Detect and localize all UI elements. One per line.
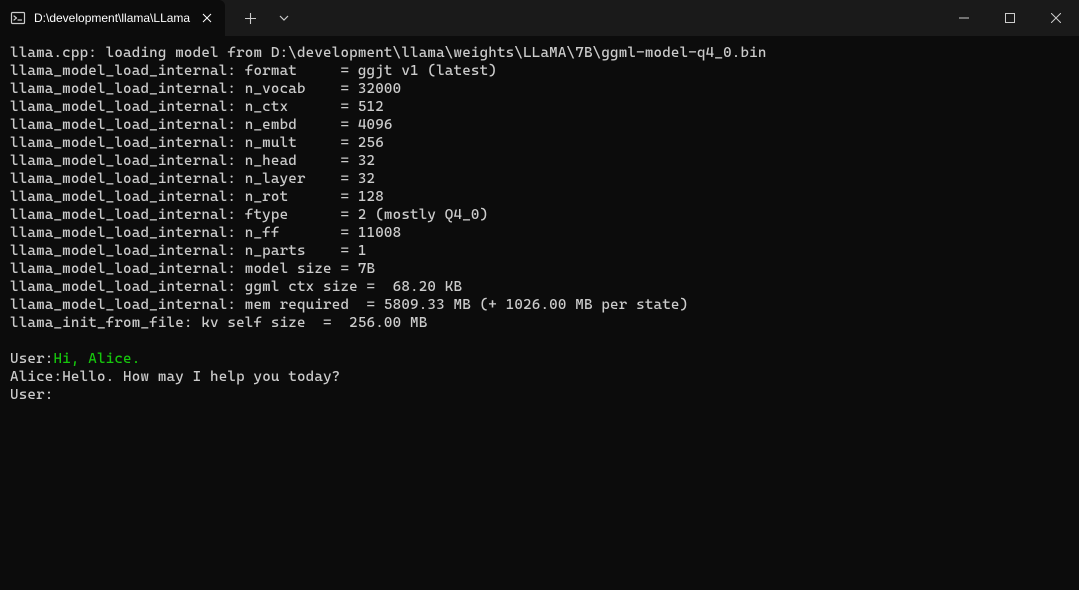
user-input-text: Hi, Alice. bbox=[53, 351, 140, 367]
log-line: llama_model_load_internal: ftype = 2 (mo… bbox=[10, 206, 1069, 224]
titlebar-left: D:\development\llama\LLama bbox=[0, 0, 301, 36]
log-line: llama_model_load_internal: ggml ctx size… bbox=[10, 278, 1069, 296]
log-line: llama_model_load_internal: format = ggjt… bbox=[10, 62, 1069, 80]
blank-line bbox=[10, 332, 1069, 350]
log-line: llama_model_load_internal: n_parts = 1 bbox=[10, 242, 1069, 260]
chat-line-alice: Alice:Hello. How may I help you today? bbox=[10, 368, 1069, 386]
log-line: llama_model_load_internal: n_vocab = 320… bbox=[10, 80, 1069, 98]
log-line: llama_model_load_internal: n_ff = 11008 bbox=[10, 224, 1069, 242]
terminal-icon bbox=[10, 10, 26, 26]
log-line: llama_model_load_internal: n_head = 32 bbox=[10, 152, 1069, 170]
user-prefix: User: bbox=[10, 387, 53, 403]
titlebar: D:\development\llama\LLama bbox=[0, 0, 1079, 36]
minimize-button[interactable] bbox=[941, 0, 987, 36]
log-line: llama_init_from_file: kv self size = 256… bbox=[10, 314, 1069, 332]
tab-title: D:\development\llama\LLama bbox=[34, 11, 191, 25]
alice-prefix: Alice: bbox=[10, 369, 62, 385]
log-line: llama_model_load_internal: mem required … bbox=[10, 296, 1069, 314]
log-line: llama_model_load_internal: n_embd = 4096 bbox=[10, 116, 1069, 134]
new-tab-button[interactable] bbox=[233, 0, 267, 36]
close-window-button[interactable] bbox=[1033, 0, 1079, 36]
log-line: llama_model_load_internal: n_mult = 256 bbox=[10, 134, 1069, 152]
maximize-button[interactable] bbox=[987, 0, 1033, 36]
chat-line-user: User:Hi, Alice. bbox=[10, 350, 1069, 368]
log-line: llama_model_load_internal: n_ctx = 512 bbox=[10, 98, 1069, 116]
tab-dropdown-button[interactable] bbox=[267, 0, 301, 36]
user-prefix: User: bbox=[10, 351, 53, 367]
window-controls bbox=[941, 0, 1079, 36]
log-line: llama_model_load_internal: model size = … bbox=[10, 260, 1069, 278]
tab-actions bbox=[225, 0, 301, 36]
close-tab-button[interactable] bbox=[199, 10, 215, 26]
chat-line-user-prompt: User: bbox=[10, 386, 1069, 404]
log-line: llama_model_load_internal: n_rot = 128 bbox=[10, 188, 1069, 206]
alice-reply: Hello. How may I help you today? bbox=[62, 369, 340, 385]
log-line: llama.cpp: loading model from D:\develop… bbox=[10, 44, 1069, 62]
log-line: llama_model_load_internal: n_layer = 32 bbox=[10, 170, 1069, 188]
terminal-output[interactable]: llama.cpp: loading model from D:\develop… bbox=[0, 36, 1079, 412]
tab-active[interactable]: D:\development\llama\LLama bbox=[0, 0, 225, 36]
